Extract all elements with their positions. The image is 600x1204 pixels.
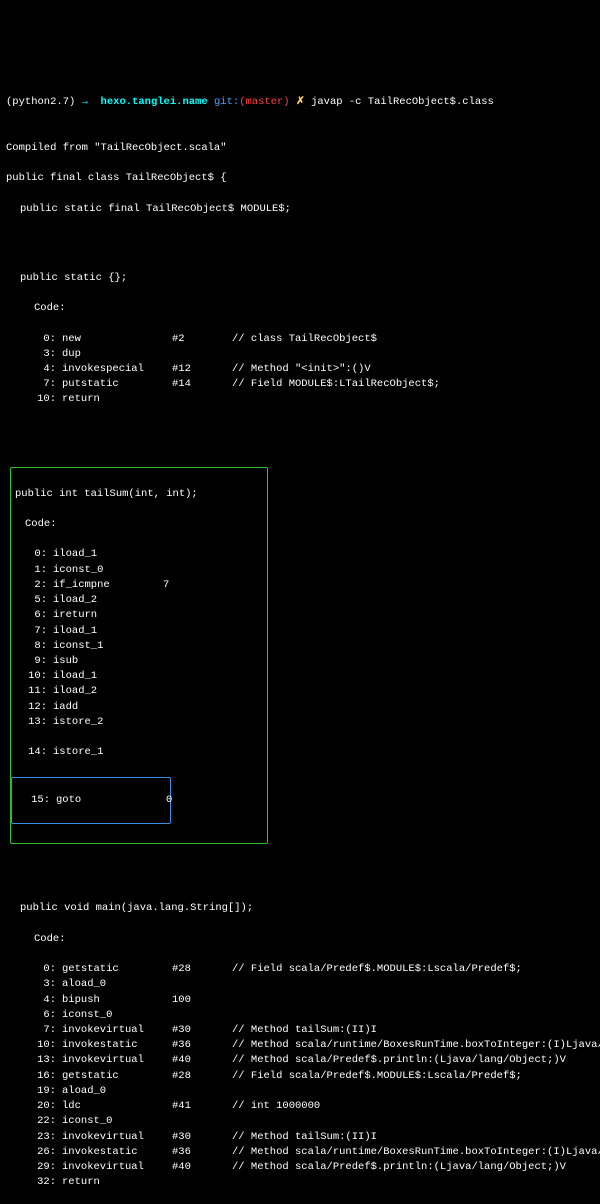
bytecode-comment: // int 1000000 (232, 1099, 320, 1114)
bytecode-line: 4:invokespecial#12// Method "<init>":()V (6, 362, 594, 377)
bytecode-line: 4:bipush100 (6, 993, 594, 1008)
bytecode-line: 22:iconst_0 (6, 1114, 594, 1129)
bytecode-line: 3:aload_0 (6, 977, 594, 992)
code-label: Code: (11, 517, 263, 532)
bytecode-line: 19:aload_0 (6, 1084, 594, 1099)
tailsum-sig: public int tailSum(int, int); (11, 487, 263, 502)
cwd: hexo.tanglei.name (101, 96, 208, 108)
bytecode-line: 13:invokevirtual#40// Method scala/Prede… (6, 1053, 594, 1068)
bytecode-line: 0:iload_1 (11, 547, 263, 562)
bytecode-line: 3:dup (6, 347, 594, 362)
tailsum-body: 0:iload_11:iconst_02:if_icmpne75:iload_2… (11, 547, 263, 730)
goto-highlight-box: 15:goto0 (11, 777, 171, 825)
bytecode-line: 29:invokevirtual#40// Method scala/Prede… (6, 1160, 594, 1175)
bytecode-line: 2:if_icmpne7 (11, 578, 263, 593)
bytecode-comment: // Method scala/Predef$.println:(Ljava/l… (232, 1053, 566, 1068)
tailsum-highlight-box: public int tailSum(int, int); Code: 0:il… (10, 467, 268, 843)
bytecode-line: 10:return (6, 392, 594, 407)
tailsum-strike-line: 14:istore_1 (11, 745, 263, 760)
bytecode-line: 16:getstatic#28// Field scala/Predef$.MO… (6, 1069, 594, 1084)
bytecode-comment: // Method tailSum:(II)I (232, 1023, 377, 1038)
bytecode-line: 0:new#2// class TailRecObject$ (6, 332, 594, 347)
goto-line: 15:goto0 (14, 793, 168, 808)
bytecode-line: 0:getstatic#28// Field scala/Predef$.MOD… (6, 962, 594, 977)
command-text: javap -c TailRecObject$.class (311, 96, 494, 108)
module-field: public static final TailRecObject$ MODUL… (6, 202, 594, 217)
bytecode-line: 7:putstatic#14// Field MODULE$:LTailRecO… (6, 377, 594, 392)
bytecode-comment: // Method scala/runtime/BoxesRunTime.box… (232, 1038, 600, 1053)
bytecode-line: 7:invokevirtual#30// Method tailSum:(II)… (6, 1023, 594, 1038)
bytecode-comment: // Method scala/Predef$.println:(Ljava/l… (232, 1160, 566, 1175)
bytecode-comment: // Method tailSum:(II)I (232, 1130, 377, 1145)
bytecode-line: 6:ireturn (11, 608, 263, 623)
bytecode-line: 5:iload_2 (11, 593, 263, 608)
bytecode-comment: // Field scala/Predef$.MODULE$:Lscala/Pr… (232, 1069, 522, 1084)
bytecode-line: 8:iconst_1 (11, 639, 263, 654)
bytecode-comment: // Method scala/runtime/BoxesRunTime.box… (232, 1145, 600, 1160)
compiled-from: Compiled from "TailRecObject.scala" (6, 141, 594, 156)
bytecode-line: 32:return (6, 1175, 594, 1190)
bytecode-comment: // Field MODULE$:LTailRecObject$; (232, 377, 440, 392)
bytecode-line: 7:iload_1 (11, 624, 263, 639)
bytecode-line: 6:iconst_0 (6, 1008, 594, 1023)
code-label: Code: (6, 301, 594, 316)
static-init-sig: public static {}; (6, 271, 594, 286)
arrow-icon: → (82, 96, 88, 108)
git-label: git: (214, 96, 239, 108)
code-label: Code: (6, 932, 594, 947)
main-body: 0:getstatic#28// Field scala/Predef$.MOD… (6, 962, 594, 1190)
bytecode-line: 23:invokevirtual#30// Method tailSum:(II… (6, 1130, 594, 1145)
bytecode-comment: // Field scala/Predef$.MODULE$:Lscala/Pr… (232, 962, 522, 977)
bytecode-line: 13:istore_2 (11, 715, 263, 730)
bytecode-line: 10:iload_1 (11, 669, 263, 684)
dirty-icon: ✗ (296, 96, 305, 108)
class-decl: public final class TailRecObject$ { (6, 171, 594, 186)
bytecode-line: 20:ldc#41// int 1000000 (6, 1099, 594, 1114)
git-branch: (master) (239, 96, 289, 108)
prompt-line[interactable]: (python2.7) → hexo.tanglei.name git:(mas… (6, 95, 594, 110)
bytecode-line: 10:invokestatic#36// Method scala/runtim… (6, 1038, 594, 1053)
bytecode-line: 9:isub (11, 654, 263, 669)
bytecode-line: 11:iload_2 (11, 684, 263, 699)
static-init-body: 0:new#2// class TailRecObject$3:dup4:inv… (6, 332, 594, 408)
bytecode-line: 12:iadd (11, 700, 263, 715)
bytecode-line: 26:invokestatic#36// Method scala/runtim… (6, 1145, 594, 1160)
bytecode-comment: // class TailRecObject$ (232, 332, 377, 347)
terminal-output: (python2.7) → hexo.tanglei.name git:(mas… (6, 65, 594, 1204)
bytecode-line: 1:iconst_0 (11, 563, 263, 578)
main-sig: public void main(java.lang.String[]); (6, 901, 594, 916)
env-label: (python2.7) (6, 96, 75, 108)
bytecode-comment: // Method "<init>":()V (232, 362, 371, 377)
